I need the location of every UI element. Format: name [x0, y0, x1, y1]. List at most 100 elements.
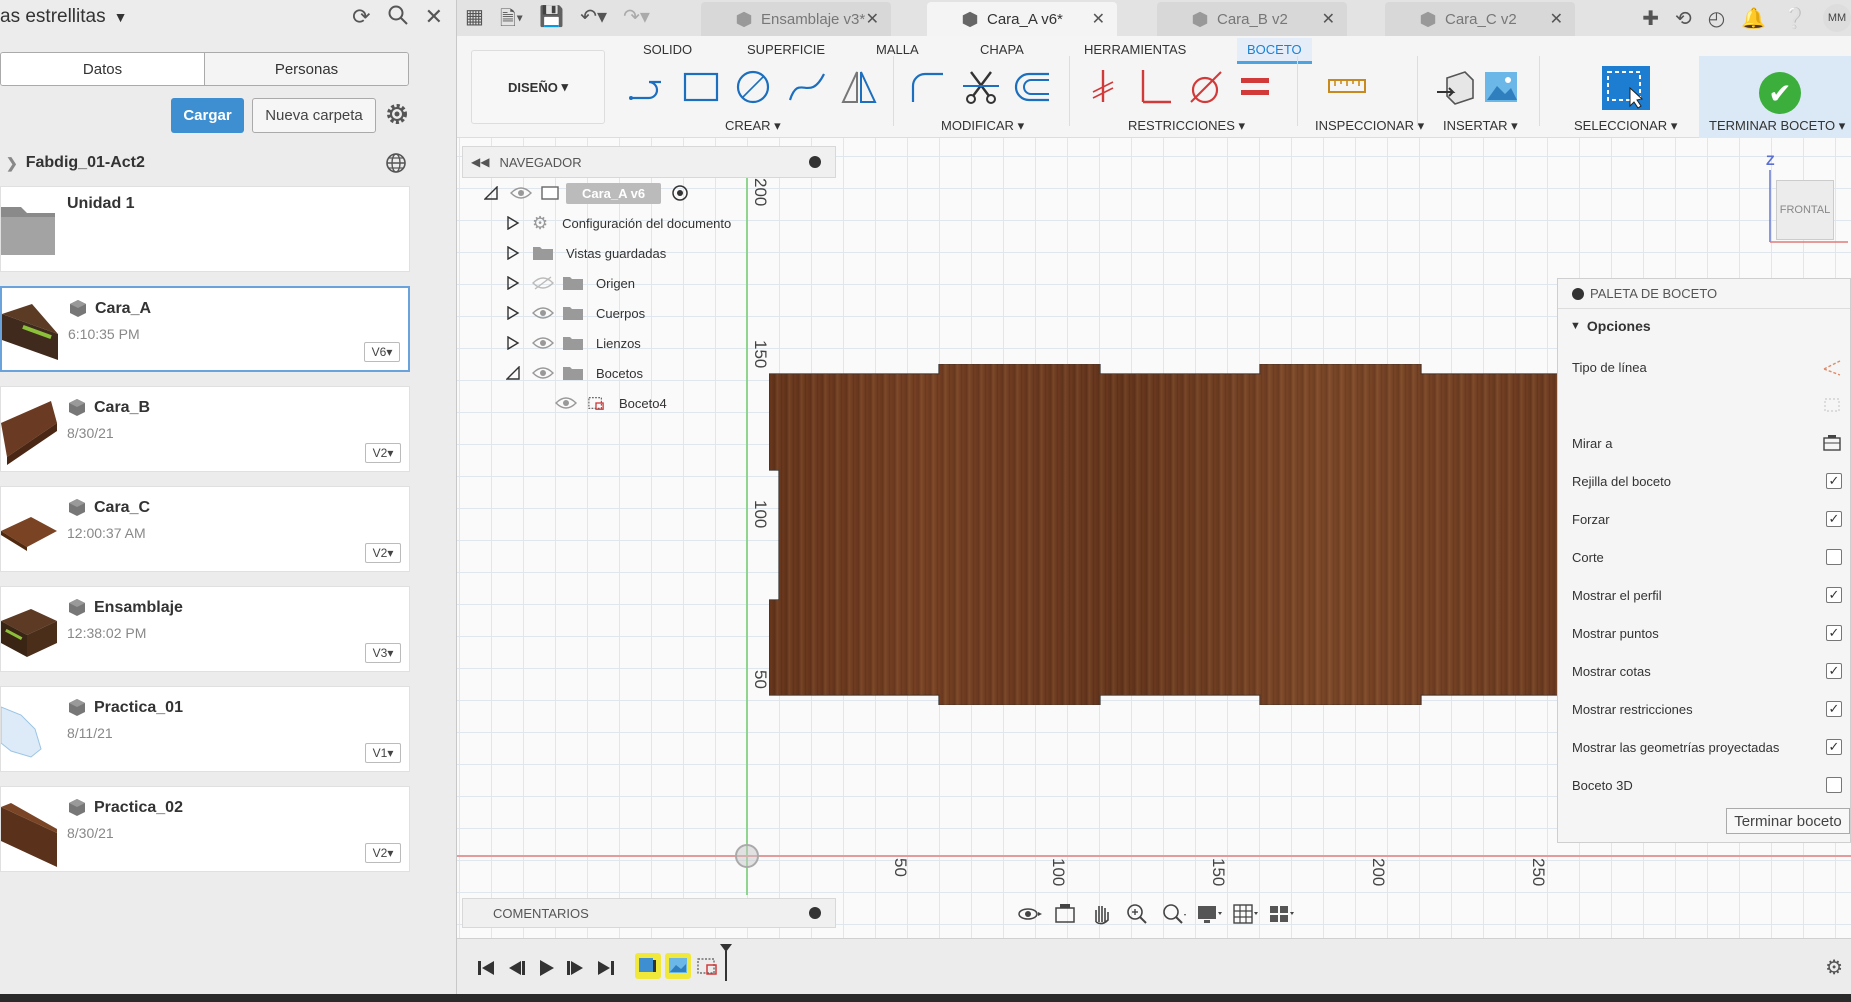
- timeline-feature-sketch[interactable]: [635, 953, 661, 979]
- file-card[interactable]: Cara_A 6:10:35 PM V6 ▾: [0, 286, 410, 372]
- activate-radio-icon[interactable]: [671, 184, 689, 202]
- group-inspeccionar[interactable]: INSPECCIONAR ▾: [1315, 118, 1424, 134]
- group-crear[interactable]: CREAR ▾: [725, 118, 781, 134]
- version-dropdown[interactable]: V2 ▾: [365, 443, 401, 463]
- job-status-icon[interactable]: ◴: [1708, 6, 1725, 31]
- file-card[interactable]: Cara_C 12:00:37 AM V2 ▾: [0, 486, 410, 572]
- palette-row-blank[interactable]: [1572, 393, 1842, 417]
- version-dropdown[interactable]: V3 ▾: [365, 643, 401, 663]
- add-comment-icon[interactable]: [809, 907, 821, 919]
- save-icon[interactable]: 💾: [539, 4, 564, 38]
- visibility-eye-icon[interactable]: [532, 306, 554, 320]
- close-tab-icon[interactable]: ✕: [866, 9, 879, 29]
- collapse-triangle-icon[interactable]: [506, 366, 520, 380]
- go-to-start-icon[interactable]: [475, 957, 497, 979]
- tab-boceto[interactable]: BOCETO: [1237, 38, 1312, 64]
- redo-icon[interactable]: ↷▾: [623, 4, 650, 38]
- palette-row-snap[interactable]: Forzar ✓: [1572, 507, 1842, 531]
- version-dropdown[interactable]: V2 ▾: [365, 543, 401, 563]
- look-at-icon[interactable]: [1052, 902, 1080, 926]
- finish-sketch-button[interactable]: Terminar boceto: [1726, 808, 1850, 834]
- file-card[interactable]: Practica_02 8/30/21 V2 ▾: [0, 786, 410, 872]
- minimize-icon[interactable]: [809, 156, 821, 168]
- checkbox-checked[interactable]: ✓: [1826, 663, 1842, 679]
- tree-item-sketch4[interactable]: Boceto4: [555, 391, 667, 415]
- group-seleccionar[interactable]: SELECCIONAR ▾: [1574, 118, 1677, 134]
- folder-card[interactable]: Unidad 1: [0, 186, 410, 272]
- tree-item-canvases[interactable]: Lienzos: [506, 331, 641, 355]
- visibility-eye-icon[interactable]: [555, 396, 577, 410]
- file-card[interactable]: Cara_B 8/30/21 V2 ▾: [0, 386, 410, 472]
- version-dropdown[interactable]: V1 ▾: [365, 743, 401, 763]
- doc-tab[interactable]: Ensamblaje v3* ✕: [701, 2, 891, 36]
- search-icon[interactable]: [387, 4, 409, 32]
- tree-item-sketches[interactable]: Bocetos: [506, 361, 643, 385]
- expand-triangle-icon[interactable]: [506, 216, 520, 230]
- hidden-eye-icon[interactable]: [532, 276, 554, 290]
- workspace-dropdown[interactable]: DISEÑO ▾: [471, 50, 605, 124]
- expand-triangle-icon[interactable]: [506, 276, 520, 290]
- globe-icon[interactable]: [385, 152, 407, 174]
- zoom-icon[interactable]: [1124, 902, 1152, 926]
- tab-herramientas[interactable]: HERRAMIENTAS: [1084, 42, 1186, 57]
- tree-item-origin[interactable]: Origen: [506, 271, 635, 295]
- browser-header[interactable]: ◀◀ NAVEGADOR: [462, 146, 836, 178]
- help-icon[interactable]: ❔: [1782, 6, 1807, 31]
- tab-personas[interactable]: Personas: [204, 53, 408, 85]
- gear-icon[interactable]: [385, 102, 409, 126]
- group-modificar[interactable]: MODIFICAR ▾: [941, 118, 1024, 134]
- visibility-eye-icon[interactable]: [532, 366, 554, 380]
- trim-scissors-icon[interactable]: [961, 68, 1001, 106]
- doc-tab[interactable]: Cara_B v2 ✕: [1157, 2, 1347, 36]
- sketch-palette-header[interactable]: PALETA DE BOCETO: [1558, 279, 1850, 309]
- mirror-tool-icon[interactable]: [839, 68, 879, 106]
- look-at-icon[interactable]: [1822, 433, 1842, 453]
- upload-button[interactable]: Cargar: [171, 98, 244, 133]
- fillet-tool-icon[interactable]: [907, 68, 947, 106]
- checkbox-unchecked[interactable]: [1826, 777, 1842, 793]
- checkbox-checked[interactable]: ✓: [1826, 625, 1842, 641]
- collapse-panel-icon[interactable]: ◀◀: [471, 155, 489, 169]
- tree-item-views[interactable]: Vistas guardadas: [506, 241, 666, 265]
- step-back-icon[interactable]: [505, 957, 527, 979]
- measure-tool-icon[interactable]: [1327, 68, 1367, 106]
- step-forward-icon[interactable]: [565, 957, 587, 979]
- pan-hand-icon[interactable]: [1088, 902, 1116, 926]
- timeline-feature-canvas[interactable]: [665, 953, 691, 979]
- file-card[interactable]: Practica_01 8/11/21 V1 ▾: [0, 686, 410, 772]
- sketch-profile[interactable]: [769, 364, 1558, 705]
- palette-row-grid[interactable]: Rejilla del boceto ✓: [1572, 469, 1842, 493]
- visibility-eye-icon[interactable]: [510, 186, 532, 200]
- file-menu-icon[interactable]: 🗎▾: [500, 4, 523, 38]
- line-tool-icon[interactable]: [627, 68, 667, 106]
- display-settings-icon[interactable]: [1196, 902, 1224, 926]
- new-tab-icon[interactable]: ✚: [1642, 6, 1659, 31]
- doc-tab[interactable]: Cara_C v2 ✕: [1385, 2, 1575, 36]
- minimize-icon[interactable]: [1572, 287, 1584, 300]
- expand-triangle-icon[interactable]: [506, 306, 520, 320]
- doc-tab-active[interactable]: Cara_A v6* ✕: [927, 2, 1117, 36]
- go-to-end-icon[interactable]: [595, 957, 617, 979]
- equal-constraint-icon[interactable]: [1235, 68, 1275, 106]
- palette-row-constraints[interactable]: Mostrar restricciones ✓: [1572, 697, 1842, 721]
- palette-row-points[interactable]: Mostrar puntos ✓: [1572, 621, 1842, 645]
- perpendicular-constraint-icon[interactable]: [1133, 68, 1173, 106]
- project-breadcrumb[interactable]: ❯ Fabdig_01-Act2: [0, 150, 409, 176]
- version-dropdown[interactable]: V2 ▾: [365, 843, 401, 863]
- group-terminar-boceto[interactable]: TERMINAR BOCETO ▾: [1709, 118, 1845, 134]
- tab-superficie[interactable]: SUPERFICIE: [747, 42, 825, 57]
- play-icon[interactable]: [535, 957, 557, 979]
- spline-tool-icon[interactable]: [787, 68, 827, 106]
- expand-triangle-icon[interactable]: [506, 246, 520, 260]
- tangent-constraint-icon[interactable]: [1185, 68, 1225, 106]
- close-tab-icon[interactable]: ✕: [1550, 9, 1563, 29]
- timeline-marker[interactable]: [719, 943, 733, 983]
- grid-settings-icon[interactable]: [1232, 902, 1260, 926]
- tab-solido[interactable]: SOLIDO: [643, 42, 692, 57]
- orbit-icon[interactable]: [1016, 902, 1044, 926]
- checkbox-checked[interactable]: ✓: [1826, 473, 1842, 489]
- version-dropdown[interactable]: V6 ▾: [364, 342, 400, 362]
- apps-grid-icon[interactable]: ▦: [465, 4, 484, 38]
- undo-icon[interactable]: ↶▾: [580, 4, 607, 38]
- tree-item-config[interactable]: ⚙ Configuración del documento: [506, 211, 731, 235]
